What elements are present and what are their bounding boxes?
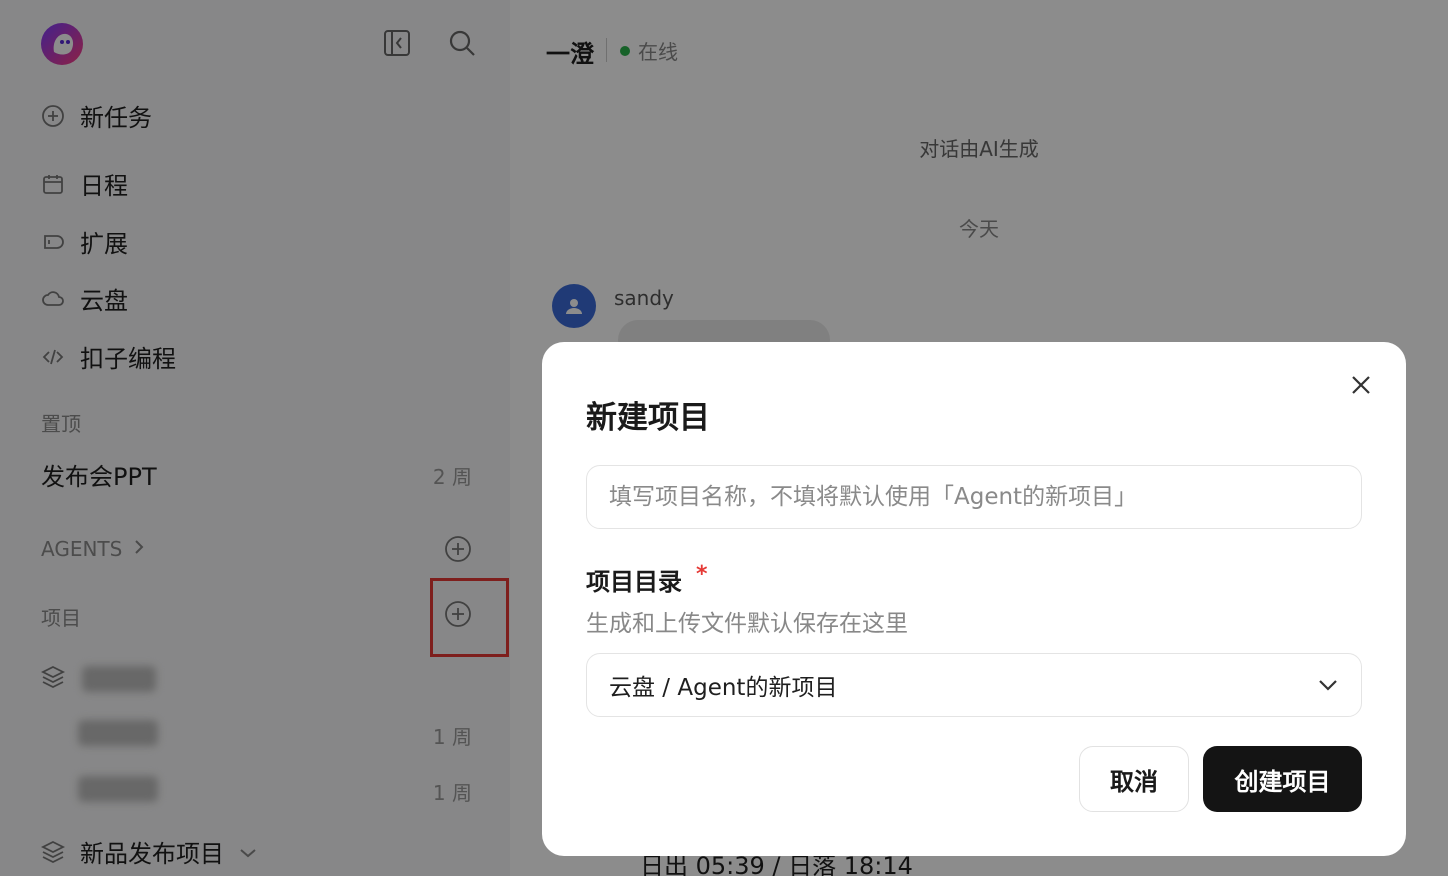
close-button[interactable] bbox=[1346, 372, 1376, 402]
dir-label-text: 项目目录 bbox=[586, 568, 682, 596]
chevron-down-icon bbox=[1317, 672, 1339, 698]
create-project-button[interactable]: 创建项目 bbox=[1203, 746, 1362, 812]
project-directory-label: 项目目录 * bbox=[586, 562, 708, 597]
directory-hint: 生成和上传文件默认保存在这里 bbox=[586, 611, 908, 637]
required-mark: * bbox=[696, 562, 708, 587]
project-name-input[interactable] bbox=[586, 465, 1362, 529]
dialog-title: 新建项目 bbox=[586, 400, 710, 436]
new-project-dialog: 新建项目 项目目录 * 生成和上传文件默认保存在这里 云盘 / Agent的新项… bbox=[542, 342, 1406, 856]
close-icon bbox=[1350, 374, 1372, 400]
cancel-button[interactable]: 取消 bbox=[1079, 746, 1189, 812]
directory-selected-value: 云盘 / Agent的新项目 bbox=[609, 675, 838, 701]
directory-select[interactable]: 云盘 / Agent的新项目 bbox=[586, 653, 1362, 717]
